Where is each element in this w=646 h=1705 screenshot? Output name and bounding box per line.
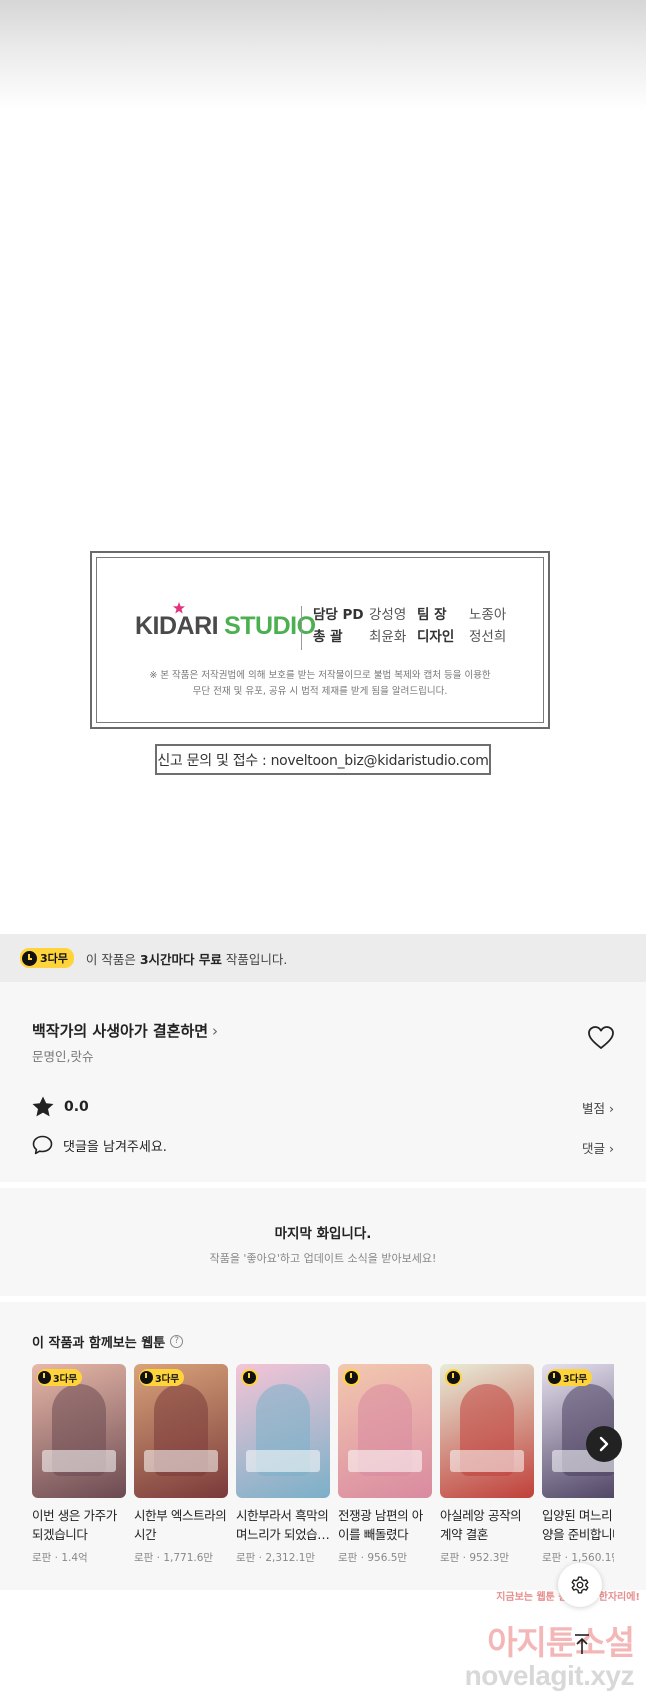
scroll-top-button[interactable] [562,1624,602,1664]
rating: 0.0 [32,1096,89,1117]
credit-row: 총 괄 최윤화 디자인 정선희 [313,629,507,645]
card-meta: 로판 · 1.4억 [32,1552,88,1564]
clock-icon [22,950,37,966]
rate-button[interactable]: 별점 › [582,1098,614,1117]
clock-icon [548,1371,561,1384]
wait-free-badge [445,1369,462,1386]
thumbnail-logo [246,1450,320,1472]
card-title: 시한부 엑스트라의 시간 [134,1508,227,1542]
thumbnail-logo [144,1450,218,1472]
card-title: 이번 생은 가주가 되겠습니다 [32,1508,117,1542]
free-info-text: 이 작품은 3시간마다 무료 작품입니다. [85,951,288,967]
card-meta: 로판 · 1,560.1만 [542,1552,614,1564]
last-episode-title: 마지막 화입니다. [274,1226,372,1242]
thumbnail-logo [42,1450,116,1472]
page: KIDARI STUDIO 담당 PD 강성영 팀 장 노종아 총 괄 최윤화 디… [0,0,646,1705]
wait-free-badge: 3다무 [547,1369,593,1386]
comment-bubble-icon [32,1135,53,1155]
watermark: 지금보는 웹툰 원작소설 한자리에! 아지툰소설 novelagit.xyz [464,1592,640,1691]
card-meta: 로판 · 2,312.1만 [236,1552,316,1564]
thumbnail-logo [348,1450,422,1472]
wait-free-badge: 3다무 [37,1369,83,1386]
chevron-right-icon [599,1436,609,1452]
wait-free-badge [241,1369,258,1386]
credit-row: 담당 PD 강성영 팀 장 노종아 [313,607,507,623]
recommendations-title: 이 작품과 함께보는 웹툰 ? [32,1332,184,1351]
chevron-right-icon: › [212,1022,219,1040]
last-episode-subtitle: 작품을 '좋아요'하고 업데이트 소식을 받아보세요! [209,1252,437,1265]
episode-image-fade [0,0,646,110]
clock-icon [140,1371,153,1384]
card-thumbnail: 3다무 [32,1364,126,1498]
wait-free-badge: 3다무 [20,948,74,968]
help-icon[interactable]: ? [170,1335,184,1348]
card-meta: 로판 · 956.5만 [338,1552,408,1564]
card-thumbnail [236,1364,330,1498]
clock-icon [38,1371,51,1384]
card-title: 아실레앙 공작의 계약 결혼 [440,1508,522,1542]
kidari-studio-logo: KIDARI STUDIO [135,612,316,640]
carousel-next-button[interactable] [586,1426,622,1462]
clock-icon [447,1371,460,1384]
card-thumbnail: 3다무 [134,1364,228,1498]
arrow-up-icon [575,1634,589,1654]
like-heart-icon[interactable] [588,1026,614,1050]
recommendation-carousel: 3다무 이번 생은 가주가 되겠습니다 로판 · 1.4억 3다무 시한부 엑스트라의 … [32,1364,614,1564]
recommendation-card[interactable]: 전쟁광 남편의 아이를 빼돌렸다로판 · 956.5만 [338,1364,432,1564]
card-thumbnail [338,1364,432,1498]
thumbnail-logo [450,1450,524,1472]
recommendation-card[interactable]: 시한부라서 흑막의 며느리가 되었습니다로판 · 2,312.1만 [236,1364,330,1564]
recommendation-card[interactable]: 3다무이번 생은 가주가 되겠습니다로판 · 1.4억 [32,1364,126,1564]
comment-prompt[interactable]: 댓글을 남겨주세요. [32,1135,167,1155]
series-authors: 문명인,랏슈 [32,1049,94,1064]
series-title-link[interactable]: 백작가의 사생아가 결혼하면 › [32,1020,218,1041]
credit-list: 담당 PD 강성영 팀 장 노종아 총 괄 최윤화 디자인 정선희 [313,604,513,648]
comments-button[interactable]: 댓글 › [582,1138,614,1157]
wait-free-badge [343,1369,360,1386]
credit-card-inner: KIDARI STUDIO 담당 PD 강성영 팀 장 노종아 총 괄 최윤화 디… [96,557,544,723]
card-meta: 로판 · 952.3만 [440,1552,510,1564]
last-episode-panel: 마지막 화입니다. 작품을 '좋아요'하고 업데이트 소식을 받아보세요! [0,1188,646,1296]
recommendation-card[interactable]: 3다무시한부 엑스트라의 시간로판 · 1,771.6만 [134,1364,228,1564]
card-title: 입양된 며느리 파양을 준비합니다 [542,1508,614,1542]
wait-free-badge: 3다무 [139,1369,185,1386]
rating-value: 0.0 [64,1098,89,1115]
recommendation-card[interactable]: 3다무입양된 며느리 파양을 준비합니다로판 · 1,560.1만 [542,1364,614,1564]
card-meta: 로판 · 1,771.6만 [134,1552,214,1564]
free-info-bar: 3다무 이 작품은 3시간마다 무료 작품입니다. [0,934,646,982]
logo-star-icon [173,602,185,614]
report-contact: 신고 문의 및 접수 : noveltoon_biz@kidaristudio.… [155,744,491,775]
recommendations: 이 작품과 함께보는 웹툰 ? 3다무이번 생은 가주가 되겠습니다로판 · 1… [0,1302,646,1590]
recommendation-card[interactable]: 아실레앙 공작의 계약 결혼로판 · 952.3만 [440,1364,534,1564]
card-title: 전쟁광 남편의 아이를 빼돌렸다 [338,1508,423,1542]
gear-icon [571,1576,589,1594]
credit-card: KIDARI STUDIO 담당 PD 강성영 팀 장 노종아 총 괄 최윤화 디… [90,551,550,729]
clock-icon [243,1371,256,1384]
card-thumbnail [440,1364,534,1498]
credit-divider [301,606,302,650]
settings-button[interactable] [558,1563,602,1607]
clock-icon [345,1371,358,1384]
card-title: 시한부라서 흑막의 며느리가 되었습니다 [236,1508,329,1542]
star-icon [32,1096,54,1117]
copyright-notice: ※ 본 작품은 저작권법에 의해 보호를 받는 저작물이므로 불법 복제와 캡처… [149,670,491,697]
series-info: 백작가의 사생아가 결혼하면 › 문명인,랏슈 0.0 별점 › 댓글을 남겨주세… [0,982,646,1182]
